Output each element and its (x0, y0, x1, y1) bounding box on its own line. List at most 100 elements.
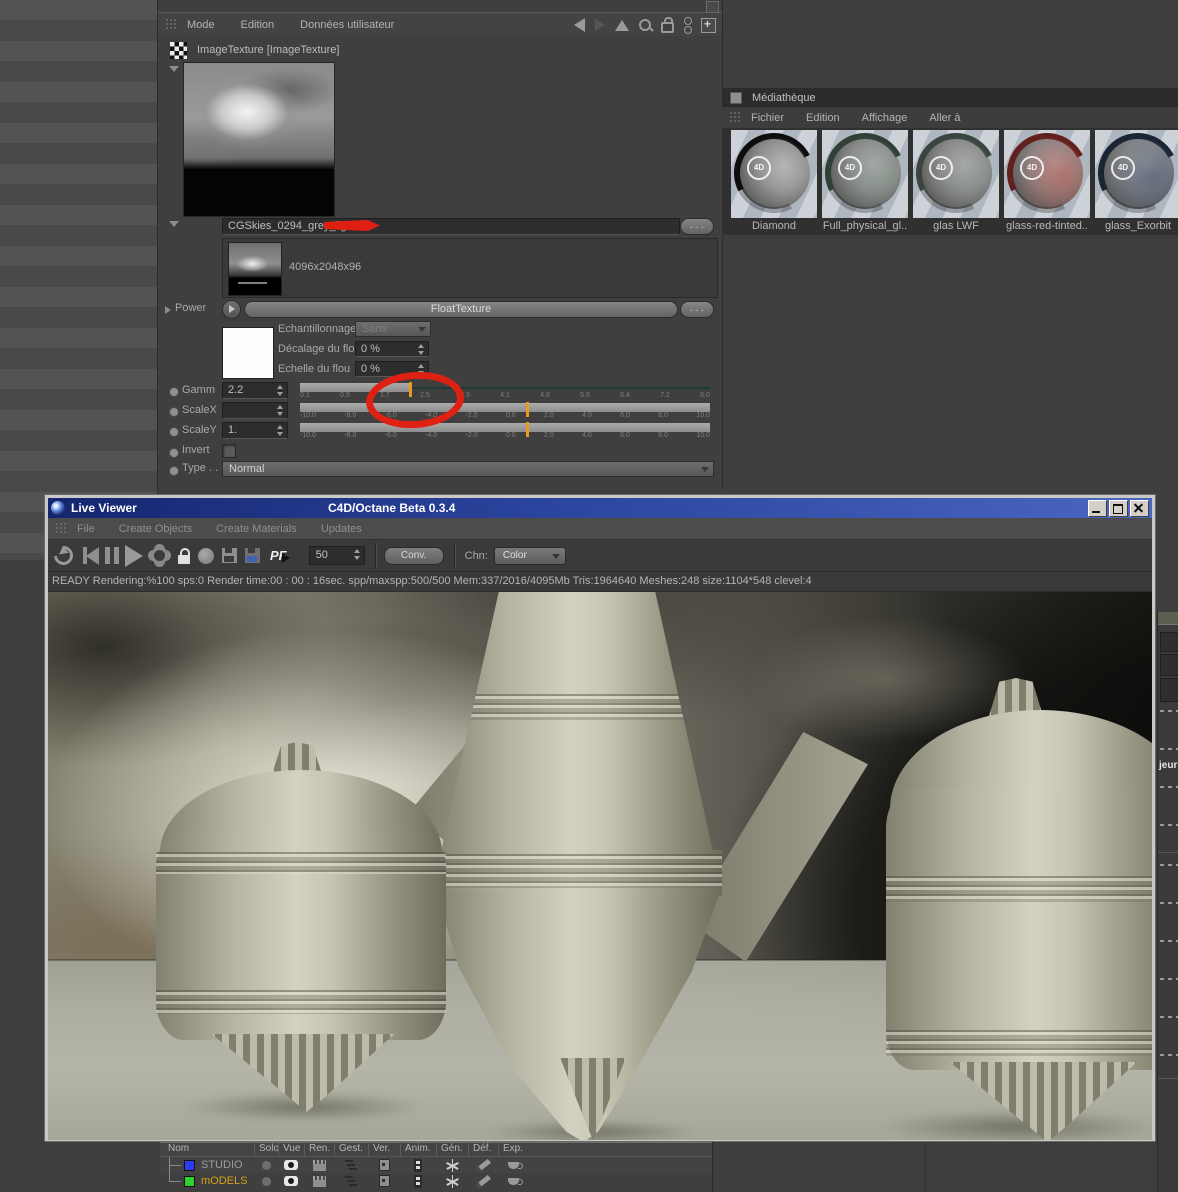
stepper-icon[interactable] (353, 549, 361, 560)
maximize-button[interactable] (1109, 500, 1128, 517)
menu-item[interactable]: Fichier (751, 112, 784, 124)
render-viewport[interactable] (48, 592, 1152, 1140)
menu-item[interactable]: Edition (241, 19, 275, 31)
generator-axes-icon[interactable] (445, 1158, 459, 1172)
menu-item[interactable]: Données utilisateur (300, 19, 394, 31)
column-header[interactable]: Déf. (468, 1143, 498, 1156)
channel-dropdown[interactable]: Color (493, 546, 566, 565)
browse-button[interactable]: . . . (680, 301, 714, 318)
menu-item[interactable]: Create Materials (216, 523, 297, 535)
power-node-button[interactable] (222, 300, 241, 319)
forward-icon[interactable] (595, 19, 605, 31)
render-clapper-icon[interactable] (312, 1175, 326, 1187)
collapse-icon[interactable] (169, 66, 179, 72)
lock-state-icon[interactable] (378, 1159, 390, 1171)
material-preview[interactable]: 4D (731, 130, 817, 218)
column-header[interactable]: Exp. (498, 1143, 528, 1156)
step-back-icon[interactable] (83, 547, 99, 565)
gamma-dot-icon[interactable] (169, 387, 179, 397)
sampling-dropdown[interactable]: Sans (355, 321, 431, 337)
history-icon[interactable] (684, 17, 692, 34)
pause-icon[interactable] (105, 547, 119, 564)
lock-resolution-icon[interactable] (178, 548, 190, 564)
visibility-eye-icon[interactable] (284, 1176, 298, 1186)
menu-item[interactable]: Affichage (862, 112, 908, 124)
menu-item[interactable]: Create Objects (119, 523, 192, 535)
browse-button[interactable]: . . . (680, 218, 714, 235)
float-texture-button[interactable]: FloatTexture (244, 301, 678, 318)
expression-cup-icon[interactable] (507, 1161, 523, 1169)
menu-item[interactable]: Aller à (929, 112, 960, 124)
layer-color-swatch[interactable] (184, 1159, 195, 1171)
lock-icon[interactable] (661, 17, 674, 33)
column-header[interactable]: Gén. (436, 1143, 468, 1156)
mediatheque-titlebar[interactable]: Médiathèque (722, 88, 1178, 108)
scaley-slider[interactable]: -10.0 -8.0 -6.0 -4.0 -2.0 0.0 2.0 4.0 6.0 8.0 10.0 (300, 422, 710, 442)
column-header[interactable]: Anim. (400, 1143, 436, 1156)
menu-item[interactable]: Edition (806, 112, 840, 124)
pf-export-icon[interactable]: PF (270, 548, 290, 563)
expression-cup-icon[interactable] (507, 1177, 523, 1185)
material-preview[interactable]: 4D (1095, 130, 1178, 218)
scalex-dot-icon[interactable] (169, 407, 179, 417)
animation-film-icon[interactable] (414, 1174, 422, 1188)
render-clapper-icon[interactable] (312, 1159, 326, 1171)
samples-field[interactable]: 50 (308, 546, 365, 565)
gamma-slider[interactable]: 0.1 0.9 1.7 2.5 3.3 4.1 4.8 5.6 6.4 7.2 8.0 (300, 382, 710, 402)
layer-color-swatch[interactable] (184, 1175, 195, 1187)
material-preview[interactable]: 4D (822, 130, 908, 218)
manager-hierarchy-icon[interactable] (345, 1176, 357, 1186)
material-tile[interactable]: 4D Diamond (731, 130, 817, 235)
stepper-icon[interactable] (277, 385, 284, 396)
restart-render-icon[interactable] (50, 542, 77, 569)
scaley-field[interactable]: 1. (222, 422, 288, 439)
panel-corner-widget[interactable] (706, 1, 719, 13)
type-dot-icon[interactable] (169, 466, 179, 476)
type-dropdown[interactable]: Normal (222, 461, 714, 477)
convert-button[interactable]: Conv. (383, 546, 444, 565)
texture-thumbnail[interactable] (228, 242, 282, 296)
material-preview[interactable]: 4D (913, 130, 999, 218)
material-tile[interactable]: 4D Full_physical_gl.. (822, 130, 908, 235)
stepper-icon[interactable] (277, 405, 284, 416)
material-tile[interactable]: 4D glass_Exorbit (1095, 130, 1178, 235)
column-header[interactable]: Ver. (368, 1143, 400, 1156)
lock-state-icon[interactable] (378, 1175, 390, 1187)
live-viewer-titlebar[interactable]: Live Viewer C4D/Octane Beta 0.3.4 (48, 498, 1152, 518)
add-icon[interactable] (701, 17, 716, 33)
column-header[interactable]: Gest. (334, 1143, 368, 1156)
save-icon[interactable] (222, 548, 237, 563)
menu-item[interactable]: File (77, 523, 95, 535)
render-sphere-icon[interactable] (198, 547, 214, 564)
column-header[interactable]: Nom (160, 1143, 254, 1156)
expand-icon[interactable] (165, 306, 171, 314)
stepper-icon[interactable] (277, 425, 284, 436)
grip-icon[interactable] (729, 111, 742, 124)
manager-hierarchy-icon[interactable] (345, 1160, 357, 1170)
up-icon[interactable] (615, 19, 629, 31)
animation-film-icon[interactable] (414, 1158, 422, 1172)
blur-offset-field[interactable]: 0 % (355, 341, 429, 357)
collapse-icon[interactable] (169, 221, 179, 227)
gear-icon[interactable] (151, 547, 168, 564)
column-header[interactable]: Solo (254, 1143, 278, 1156)
gamma-field[interactable]: 2.2 (222, 382, 288, 399)
filename-field[interactable]: CGSkies_0294_grey_light.hdr (222, 218, 680, 235)
solo-dot-icon[interactable] (261, 1176, 271, 1186)
material-tile[interactable]: 4D glas LWF (913, 130, 999, 235)
column-header[interactable]: Vue (278, 1143, 304, 1156)
play-icon[interactable] (125, 544, 143, 567)
scaley-dot-icon[interactable] (169, 427, 179, 437)
scalex-field[interactable] (222, 402, 288, 419)
stepper-icon[interactable] (418, 344, 425, 355)
menu-item[interactable]: Mode (187, 19, 215, 31)
object-row[interactable]: STUDIO (160, 1157, 712, 1173)
back-icon[interactable] (574, 18, 585, 32)
scalex-slider[interactable]: -10.0 -8.0 -6.0 -4.0 -2.0 0.0 2.0 4.0 6.0 8.0 10.0 (300, 402, 710, 422)
invert-dot-icon[interactable] (169, 448, 179, 458)
grip-icon[interactable] (55, 522, 68, 535)
grip-icon[interactable] (165, 18, 178, 31)
visibility-eye-icon[interactable] (284, 1160, 298, 1170)
color-swatch[interactable] (222, 327, 274, 379)
hdr-texture-preview[interactable] (183, 62, 335, 217)
